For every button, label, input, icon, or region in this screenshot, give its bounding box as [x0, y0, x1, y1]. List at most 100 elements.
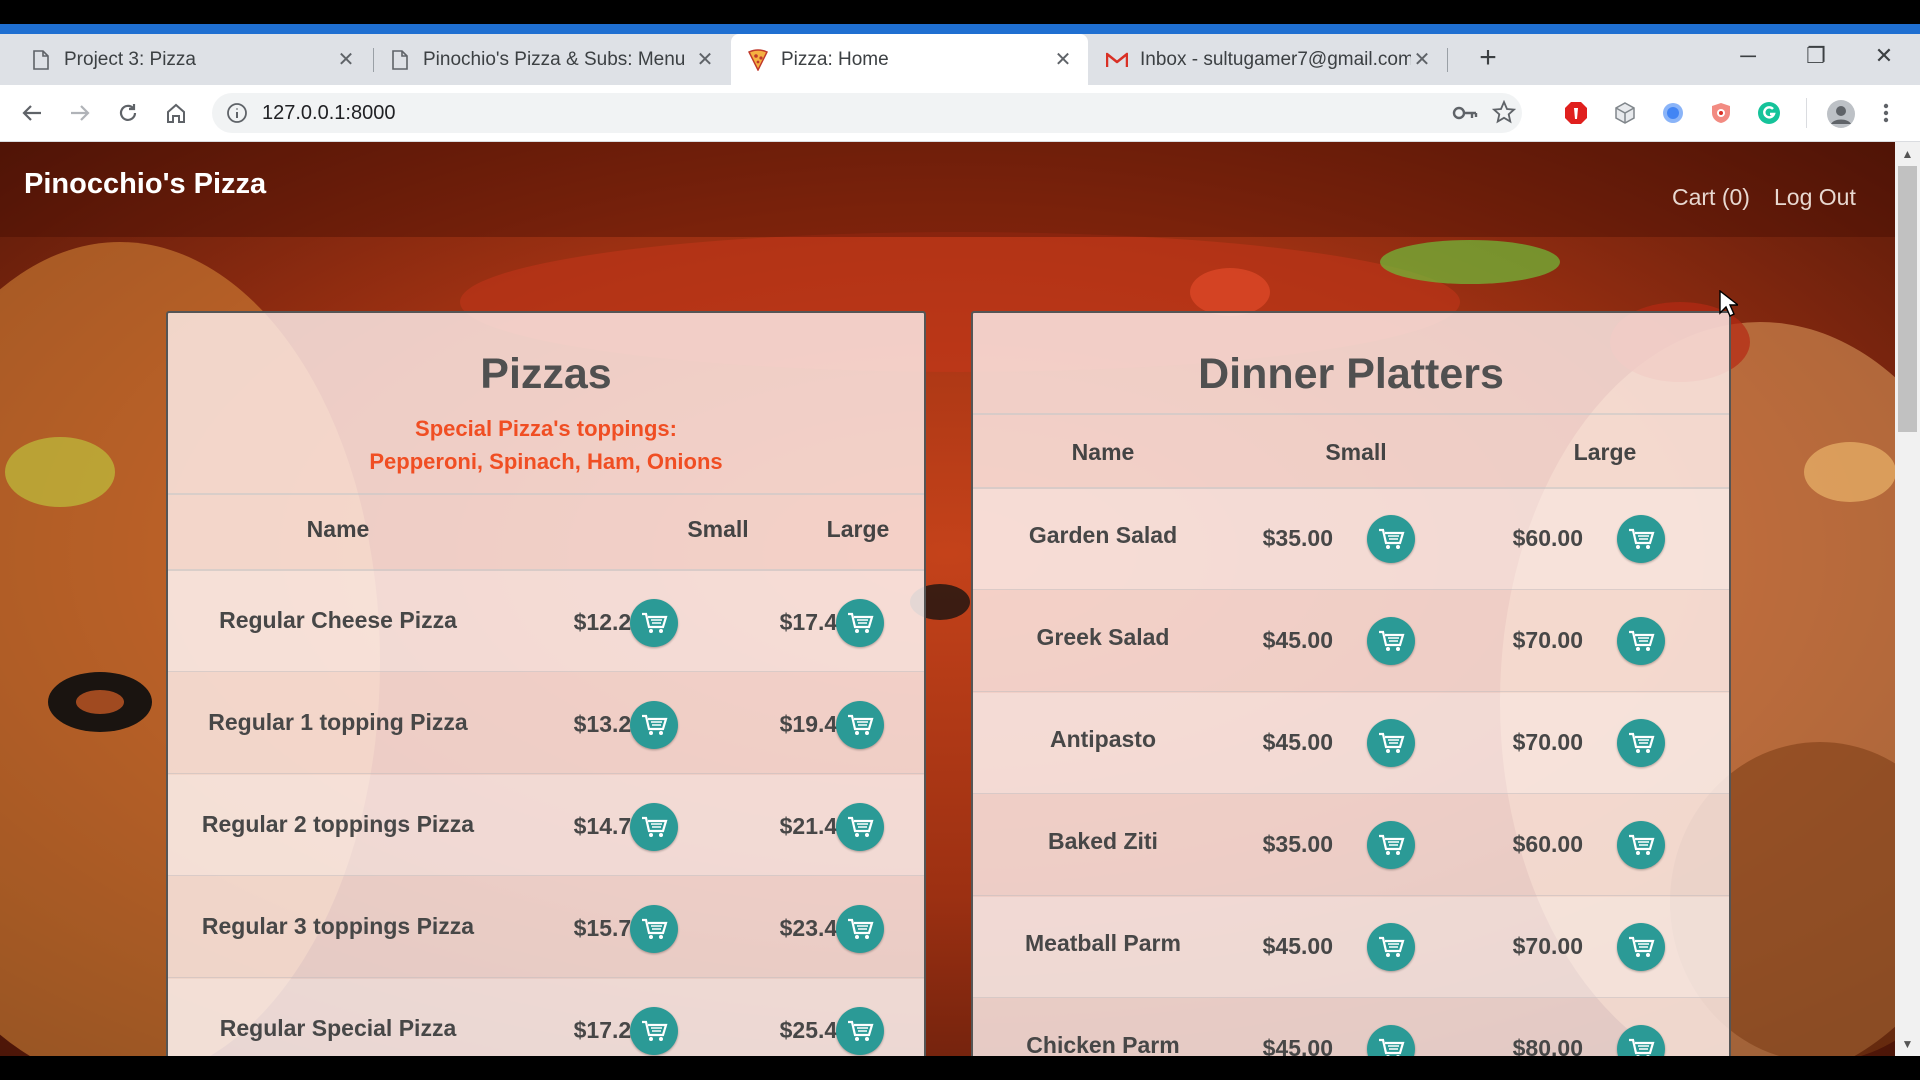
- close-tab-icon[interactable]: ✕: [1411, 47, 1433, 72]
- scroll-down-arrow-icon[interactable]: ▼: [1895, 1034, 1920, 1054]
- cart-icon: [1379, 732, 1405, 753]
- platter-name: Meatball Parm: [1025, 930, 1181, 956]
- info-icon[interactable]: [226, 102, 248, 124]
- tab-gmail-inbox[interactable]: Inbox - sultugamer7@gmail.com ✕: [1090, 34, 1447, 85]
- add-to-cart-large-button[interactable]: [1617, 821, 1665, 869]
- table-row: Regular Cheese Pizza $12.20 $17.45: [168, 571, 924, 672]
- key-icon[interactable]: [1452, 101, 1478, 125]
- add-to-cart-small-button[interactable]: [1367, 617, 1415, 665]
- platter-name: Chicken Parm: [1026, 1032, 1180, 1056]
- large-price: $70.00: [1512, 729, 1583, 755]
- add-to-cart-large-button[interactable]: [836, 905, 884, 953]
- cart-icon: [1629, 1038, 1655, 1056]
- small-column-header: Small: [1325, 439, 1387, 465]
- pizza-name: Regular 2 toppings Pizza: [201, 811, 475, 837]
- reload-icon[interactable]: [108, 93, 148, 133]
- add-to-cart-large-button[interactable]: [1617, 1025, 1665, 1056]
- close-tab-icon[interactable]: ✕: [694, 47, 716, 72]
- cart-icon: [1379, 834, 1405, 855]
- url-text[interactable]: 127.0.0.1:8000: [262, 93, 395, 133]
- cart-link[interactable]: Cart (0): [1672, 184, 1750, 211]
- globe-extension-icon[interactable]: [1661, 101, 1685, 125]
- add-to-cart-large-button[interactable]: [836, 701, 884, 749]
- tab-pizza-home[interactable]: Pizza: Home ✕: [731, 34, 1088, 85]
- table-row: Regular 3 toppings Pizza $15.70 $23.45: [168, 877, 924, 978]
- minimize-button[interactable]: ─: [1718, 34, 1778, 78]
- small-price: $13.20: [573, 711, 644, 737]
- adblock-extension-icon[interactable]: [1564, 101, 1588, 125]
- cart-icon: [642, 1020, 668, 1041]
- add-to-cart-large-button[interactable]: [1617, 515, 1665, 563]
- add-to-cart-large-button[interactable]: [836, 599, 884, 647]
- scroll-up-arrow-icon[interactable]: ▲: [1895, 144, 1920, 164]
- add-to-cart-large-button[interactable]: [836, 1007, 884, 1055]
- cart-icon: [1379, 936, 1405, 957]
- add-to-cart-small-button[interactable]: [630, 905, 678, 953]
- add-to-cart-small-button[interactable]: [1367, 515, 1415, 563]
- window-title-strip: [0, 24, 1920, 34]
- add-to-cart-small-button[interactable]: [1367, 1025, 1415, 1056]
- cart-icon: [1379, 630, 1405, 651]
- add-to-cart-small-button[interactable]: [630, 1007, 678, 1055]
- special-toppings-list: Pepperoni, Spinach, Ham, Onions: [369, 449, 723, 474]
- grammarly-extension-icon[interactable]: [1757, 101, 1781, 125]
- large-column-header: Large: [1573, 439, 1637, 465]
- pizza-name: Regular Special Pizza: [219, 1015, 457, 1041]
- cart-icon: [642, 714, 668, 735]
- platter-name: Baked Ziti: [1048, 828, 1158, 854]
- back-icon[interactable]: [12, 93, 52, 133]
- profile-avatar-icon[interactable]: [1826, 99, 1856, 129]
- table-row: Regular 2 toppings Pizza $14.70 $21.45: [168, 775, 924, 876]
- tab-strip: Project 3: Pizza ✕ Pinochio's Pizza & Su…: [0, 34, 1920, 85]
- cube-extension-icon[interactable]: [1613, 101, 1637, 125]
- small-price: $14.70: [573, 813, 644, 839]
- cart-icon: [848, 918, 874, 939]
- home-icon[interactable]: [156, 93, 196, 133]
- platter-name: Garden Salad: [1028, 522, 1178, 548]
- tab-pinochio-menu[interactable]: Pinochio's Pizza & Subs: Menu ✕: [373, 34, 730, 85]
- tab-title: Pizza: Home: [781, 48, 889, 70]
- small-price: $35.00: [1262, 525, 1333, 551]
- forward-icon[interactable]: [60, 93, 100, 133]
- close-tab-icon[interactable]: ✕: [335, 47, 357, 72]
- scrollbar-thumb[interactable]: [1898, 166, 1917, 432]
- add-to-cart-small-button[interactable]: [630, 701, 678, 749]
- site-brand[interactable]: Pinocchio's Pizza: [24, 168, 266, 201]
- bookmark-star-icon[interactable]: [1492, 100, 1516, 124]
- add-to-cart-small-button[interactable]: [1367, 719, 1415, 767]
- cart-icon: [848, 612, 874, 633]
- add-to-cart-large-button[interactable]: [836, 803, 884, 851]
- close-window-button[interactable]: ✕: [1854, 34, 1914, 78]
- shield-extension-icon[interactable]: [1709, 101, 1733, 125]
- divider: [168, 493, 924, 495]
- pizza-name: Regular 3 toppings Pizza: [201, 913, 475, 939]
- large-price: $25.45: [779, 1017, 850, 1043]
- add-to-cart-small-button[interactable]: [1367, 821, 1415, 869]
- tab-separator: [1447, 48, 1448, 72]
- close-tab-icon[interactable]: ✕: [1052, 47, 1074, 72]
- add-to-cart-large-button[interactable]: [1617, 923, 1665, 971]
- logout-link[interactable]: Log Out: [1774, 184, 1856, 211]
- add-to-cart-small-button[interactable]: [630, 599, 678, 647]
- new-tab-button[interactable]: +: [1468, 38, 1508, 78]
- more-menu-icon[interactable]: [1874, 101, 1898, 125]
- small-price: $45.00: [1262, 627, 1333, 653]
- cart-icon: [1629, 936, 1655, 957]
- tab-title: Inbox - sultugamer7@gmail.com: [1140, 48, 1411, 70]
- address-bar[interactable]: 127.0.0.1:8000: [212, 93, 1522, 133]
- large-column-header: Large: [826, 516, 890, 542]
- add-to-cart-small-button[interactable]: [630, 803, 678, 851]
- cart-icon: [642, 918, 668, 939]
- small-price: $45.00: [1262, 933, 1333, 959]
- tab-title: Pinochio's Pizza & Subs: Menu: [423, 48, 686, 70]
- large-price: $60.00: [1512, 831, 1583, 857]
- cart-icon: [642, 612, 668, 633]
- add-to-cart-large-button[interactable]: [1617, 719, 1665, 767]
- tab-project-3[interactable]: Project 3: Pizza ✕: [14, 34, 371, 85]
- restore-button[interactable]: ❐: [1786, 34, 1846, 78]
- add-to-cart-small-button[interactable]: [1367, 923, 1415, 971]
- name-column-header: Name: [1071, 439, 1135, 465]
- name-column-header: Name: [306, 516, 370, 542]
- divider: [973, 413, 1729, 415]
- add-to-cart-large-button[interactable]: [1617, 617, 1665, 665]
